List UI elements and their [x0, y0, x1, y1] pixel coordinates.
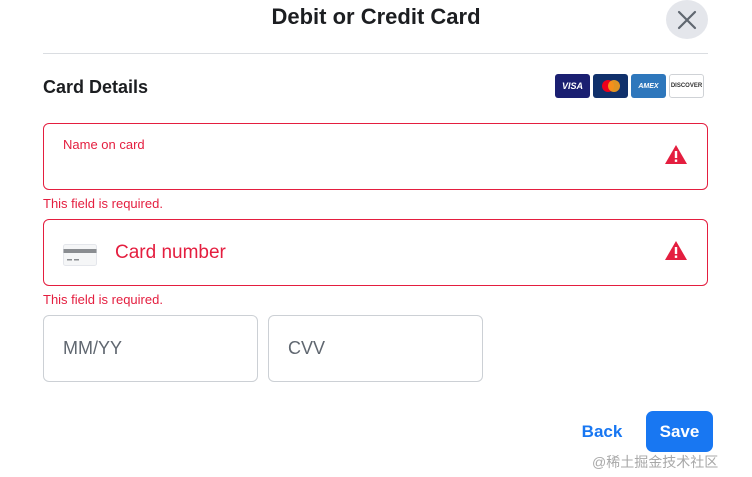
name-on-card-label: Name on card: [63, 137, 145, 152]
mastercard-logo: [593, 74, 628, 98]
amex-logo: AMEX: [631, 74, 666, 98]
name-error-message: This field is required.: [43, 196, 163, 211]
cvv-field[interactable]: CVV: [268, 315, 483, 382]
cvv-placeholder: CVV: [288, 338, 326, 358]
expiry-placeholder: MM/YY: [63, 338, 123, 358]
section-title: Card Details: [43, 77, 149, 97]
save-button[interactable]: Save: [646, 411, 713, 452]
card-number-placeholder: Card number: [115, 242, 226, 263]
accepted-cards: VISA AMEX DISCOVER: [555, 74, 704, 98]
header-divider: [43, 53, 708, 54]
expiry-field[interactable]: MM/YY: [43, 315, 258, 382]
credit-card-icon: [63, 244, 97, 271]
watermark-text: @稀土掘金技术社区: [592, 454, 719, 470]
back-button[interactable]: Back: [570, 417, 634, 447]
discover-logo: DISCOVER: [669, 74, 704, 98]
close-button[interactable]: [666, 0, 708, 39]
visa-logo: VISA: [555, 74, 590, 98]
dialog-title: Debit or Credit Card: [271, 4, 481, 29]
card-number-error-message: This field is required.: [43, 292, 163, 307]
close-icon: [677, 10, 697, 29]
name-on-card-field[interactable]: Name on card: [43, 123, 708, 190]
card-number-field[interactable]: Card number: [43, 219, 708, 286]
warning-icon: [664, 144, 688, 170]
warning-icon: [664, 240, 688, 266]
